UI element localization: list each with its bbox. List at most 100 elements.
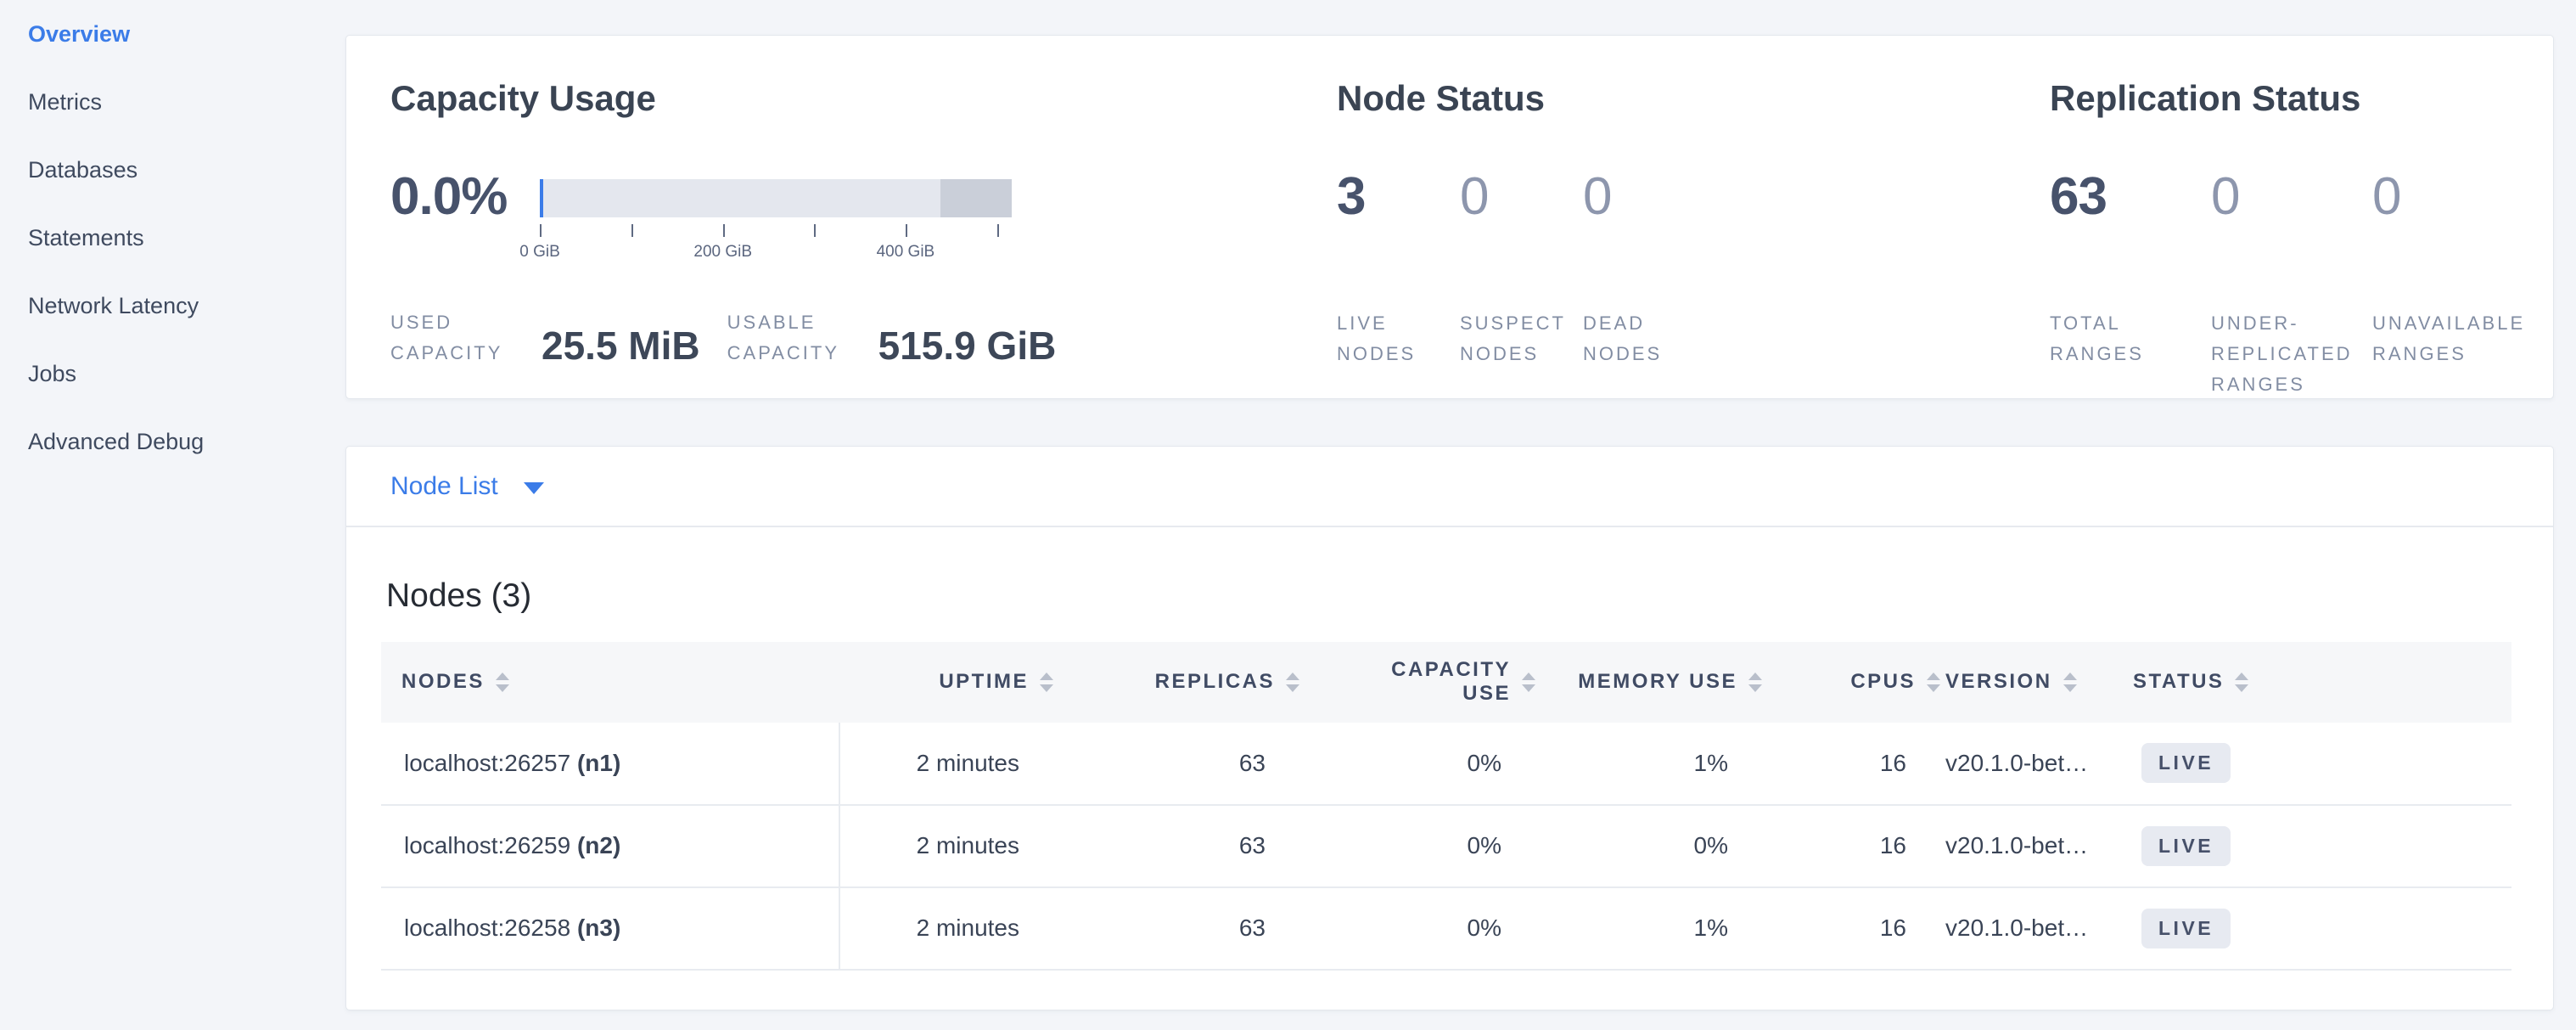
status-badge: LIVE — [2141, 743, 2231, 783]
replicas-cell: 63 — [1053, 723, 1299, 805]
node-row[interactable]: localhost:26258 (n3) 2 minutes 63 0% 1% … — [381, 887, 2511, 970]
nodes-table: NODES UPTIME REPLICAS CAPACITY USE — [381, 642, 2511, 971]
used-capacity-label: USED CAPACITY — [390, 307, 518, 369]
status-cell: LIVE — [2131, 805, 2511, 887]
sidebar-item-network-latency[interactable]: Network Latency — [0, 272, 345, 340]
status-badge: LIVE — [2141, 826, 2231, 866]
unavailable-ranges-label: UNAVAILABLE RANGES — [2372, 308, 2534, 369]
capacity-use-cell: 0% — [1299, 723, 1535, 805]
capacity-bar-reserved-segment — [940, 179, 1013, 217]
axis-label-200gib: 200 GiB — [693, 243, 752, 262]
under-replicated-ranges-label: UNDER-REPLICATED RANGES — [2211, 308, 2372, 400]
dead-nodes-stat: 0 DEAD NODES — [1583, 167, 1706, 369]
under-replicated-ranges-value: 0 — [2211, 167, 2372, 223]
sort-icon[interactable] — [1040, 673, 1053, 692]
sort-icon[interactable] — [496, 673, 509, 692]
table-header-row: NODES UPTIME REPLICAS CAPACITY USE — [381, 642, 2511, 723]
capacity-bar-chart: 0 GiB 200 GiB 400 GiB — [540, 179, 1012, 265]
node-address-cell[interactable]: localhost:26259 (n2) — [381, 805, 839, 887]
live-nodes-label: LIVE NODES — [1337, 308, 1460, 369]
suspect-nodes-stat: 0 SUSPECT NODES — [1460, 167, 1583, 369]
capacity-use-cell: 0% — [1299, 887, 1535, 970]
capacity-bar — [540, 179, 1012, 217]
chevron-down-icon — [524, 482, 544, 494]
node-row[interactable]: localhost:26257 (n1) 2 minutes 63 0% 1% … — [381, 723, 2511, 805]
node-row[interactable]: localhost:26259 (n2) 2 minutes 63 0% 0% … — [381, 805, 2511, 887]
memory-use-cell: 1% — [1535, 887, 1762, 970]
live-nodes-stat: 3 LIVE NODES — [1337, 167, 1460, 369]
unavailable-ranges-value: 0 — [2372, 167, 2534, 223]
dead-nodes-label: DEAD NODES — [1583, 308, 1706, 369]
live-nodes-value: 3 — [1337, 167, 1460, 223]
node-id: (n3) — [577, 915, 620, 941]
column-header-memory-use[interactable]: MEMORY USE — [1535, 642, 1762, 723]
node-status-title: Node Status — [1337, 81, 2050, 116]
status-badge: LIVE — [2141, 909, 2231, 948]
sort-icon[interactable] — [2063, 673, 2077, 692]
dead-nodes-value: 0 — [1583, 167, 1706, 223]
uptime-cell: 2 minutes — [839, 805, 1053, 887]
sort-icon[interactable] — [1522, 673, 1535, 692]
used-capacity-value: 25.5 MiB — [542, 326, 700, 365]
version-cell: v20.1.0-bet… — [1940, 887, 2131, 970]
column-header-cpus[interactable]: CPUS — [1762, 642, 1940, 723]
view-selector-label: Node List — [390, 472, 498, 501]
sidebar-item-advanced-debug[interactable]: Advanced Debug — [0, 408, 345, 476]
replicas-cell: 63 — [1053, 887, 1299, 970]
suspect-nodes-value: 0 — [1460, 167, 1583, 223]
main-content: Capacity Usage 0.0% — [345, 35, 2554, 1010]
suspect-nodes-label: SUSPECT NODES — [1460, 308, 1583, 369]
sort-icon[interactable] — [1286, 673, 1299, 692]
node-id: (n1) — [577, 750, 620, 776]
status-cell: LIVE — [2131, 887, 2511, 970]
usable-capacity-value: 515.9 GiB — [878, 326, 1057, 365]
sort-icon[interactable] — [1927, 673, 1940, 692]
capacity-used-percent: 0.0% — [390, 167, 540, 265]
under-replicated-ranges-stat: 0 UNDER-REPLICATED RANGES — [2211, 167, 2372, 400]
memory-use-cell: 1% — [1535, 723, 1762, 805]
capacity-use-cell: 0% — [1299, 805, 1535, 887]
axis-label-0gib: 0 GiB — [519, 243, 560, 262]
view-selector-dropdown[interactable]: Node List — [346, 447, 2553, 527]
replication-status-section: Replication Status 63 TOTAL RANGES 0 UND… — [2050, 81, 2553, 398]
axis-label-400gib: 400 GiB — [877, 243, 935, 262]
memory-use-cell: 0% — [1535, 805, 1762, 887]
column-header-capacity-use[interactable]: CAPACITY USE — [1299, 642, 1535, 723]
total-ranges-stat: 63 TOTAL RANGES — [2050, 167, 2211, 400]
sidebar-item-jobs[interactable]: Jobs — [0, 340, 345, 408]
status-cell: LIVE — [2131, 723, 2511, 805]
usable-capacity-stat: USABLE CAPACITY 515.9 GiB — [727, 307, 1057, 370]
node-list-card: Node List Nodes (3) NODES — [345, 446, 2554, 1010]
sort-icon[interactable] — [2235, 673, 2248, 692]
total-ranges-label: TOTAL RANGES — [2050, 308, 2211, 369]
node-id: (n2) — [577, 832, 620, 858]
cluster-summary-card: Capacity Usage 0.0% — [345, 35, 2554, 399]
column-header-replicas[interactable]: REPLICAS — [1053, 642, 1299, 723]
capacity-axis-ticks — [540, 224, 1012, 238]
unavailable-ranges-stat: 0 UNAVAILABLE RANGES — [2372, 167, 2534, 400]
sidebar-item-metrics[interactable]: Metrics — [0, 68, 345, 136]
column-header-version[interactable]: VERSION — [1940, 642, 2131, 723]
sidebar-item-databases[interactable]: Databases — [0, 136, 345, 204]
capacity-axis-labels: 0 GiB 200 GiB 400 GiB — [540, 243, 1012, 265]
sort-icon[interactable] — [1748, 673, 1762, 692]
cpus-cell: 16 — [1762, 723, 1940, 805]
sidebar: Overview Metrics Databases Statements Ne… — [0, 0, 345, 1030]
sidebar-item-statements[interactable]: Statements — [0, 204, 345, 272]
replicas-cell: 63 — [1053, 805, 1299, 887]
version-cell: v20.1.0-bet… — [1940, 805, 2131, 887]
node-address-cell[interactable]: localhost:26257 (n1) — [381, 723, 839, 805]
capacity-bar-used-segment — [540, 179, 543, 217]
sidebar-item-overview[interactable]: Overview — [0, 0, 345, 68]
nodes-section-title: Nodes (3) — [386, 577, 2510, 616]
column-header-status[interactable]: STATUS — [2131, 642, 2511, 723]
column-header-nodes[interactable]: NODES — [381, 642, 839, 723]
node-address-cell[interactable]: localhost:26258 (n3) — [381, 887, 839, 970]
cpus-cell: 16 — [1762, 887, 1940, 970]
node-status-section: Node Status 3 LIVE NODES 0 SUSPECT NODES… — [1337, 81, 2050, 398]
uptime-cell: 2 minutes — [839, 887, 1053, 970]
capacity-usage-title: Capacity Usage — [390, 81, 1337, 116]
uptime-cell: 2 minutes — [839, 723, 1053, 805]
version-cell: v20.1.0-bet… — [1940, 723, 2131, 805]
column-header-uptime[interactable]: UPTIME — [839, 642, 1053, 723]
